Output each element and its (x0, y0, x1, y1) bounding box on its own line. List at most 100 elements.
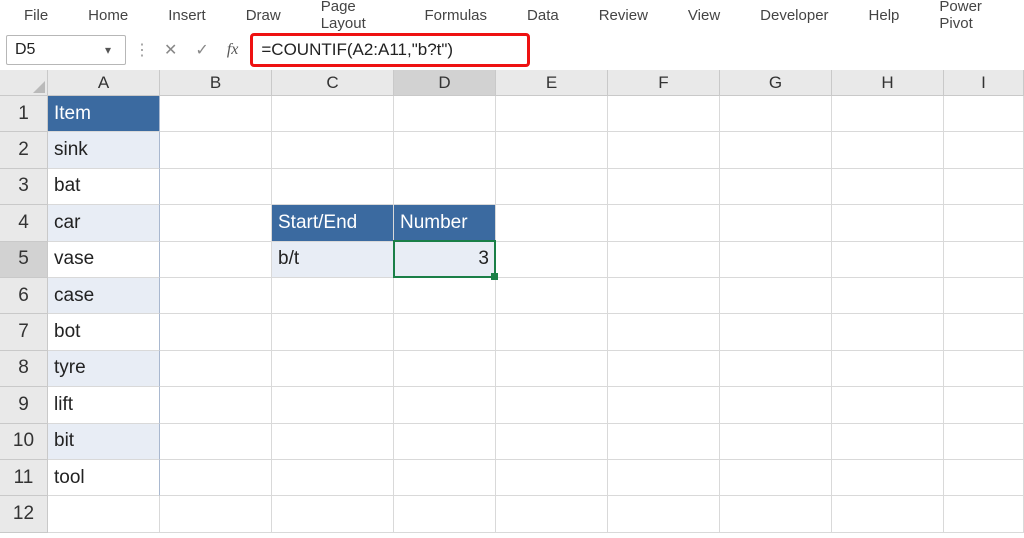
col-header-I[interactable]: I (944, 70, 1024, 96)
cell-C1[interactable] (272, 96, 394, 132)
cell-H3[interactable] (832, 169, 944, 205)
row-header-6[interactable]: 6 (0, 278, 48, 314)
cell-D12[interactable] (394, 496, 496, 532)
cell-I7[interactable] (944, 314, 1024, 350)
cell-D3[interactable] (394, 169, 496, 205)
row-header-12[interactable]: 12 (0, 496, 48, 532)
row-header-2[interactable]: 2 (0, 132, 48, 168)
cell-F12[interactable] (608, 496, 720, 532)
cell-G10[interactable] (720, 424, 832, 460)
cell-D10[interactable] (394, 424, 496, 460)
cell-F3[interactable] (608, 169, 720, 205)
tab-insert[interactable]: Insert (150, 5, 224, 26)
cell-E5[interactable] (496, 242, 608, 278)
cell-A11[interactable]: tool (48, 460, 160, 496)
tab-developer[interactable]: Developer (742, 5, 846, 26)
row-header-7[interactable]: 7 (0, 314, 48, 350)
cell-F11[interactable] (608, 460, 720, 496)
cell-F2[interactable] (608, 132, 720, 168)
cell-G2[interactable] (720, 132, 832, 168)
formula-enter-button[interactable]: ✓ (189, 40, 214, 60)
cell-C4[interactable]: Start/End (272, 205, 394, 241)
cell-G11[interactable] (720, 460, 832, 496)
cell-G5[interactable] (720, 242, 832, 278)
cell-I3[interactable] (944, 169, 1024, 205)
col-header-D[interactable]: D (394, 70, 496, 96)
cell-C7[interactable] (272, 314, 394, 350)
col-header-G[interactable]: G (720, 70, 832, 96)
cell-C9[interactable] (272, 387, 394, 423)
cell-F5[interactable] (608, 242, 720, 278)
cell-D2[interactable] (394, 132, 496, 168)
cell-A9[interactable]: lift (48, 387, 160, 423)
cell-H1[interactable] (832, 96, 944, 132)
cell-G12[interactable] (720, 496, 832, 532)
cell-A10[interactable]: bit (48, 424, 160, 460)
col-header-A[interactable]: A (48, 70, 160, 96)
cell-A12[interactable] (48, 496, 160, 532)
cell-A2[interactable]: sink (48, 132, 160, 168)
cell-A6[interactable]: case (48, 278, 160, 314)
cell-H2[interactable] (832, 132, 944, 168)
tab-file[interactable]: File (6, 5, 66, 26)
cell-D4[interactable]: Number (394, 205, 496, 241)
cell-F8[interactable] (608, 351, 720, 387)
row-header-1[interactable]: 1 (0, 96, 48, 132)
cell-E12[interactable] (496, 496, 608, 532)
cell-E4[interactable] (496, 205, 608, 241)
formula-cancel-button[interactable]: ✕ (158, 40, 183, 60)
cell-D1[interactable] (394, 96, 496, 132)
cell-C3[interactable] (272, 169, 394, 205)
cell-I10[interactable] (944, 424, 1024, 460)
cell-F6[interactable] (608, 278, 720, 314)
cell-B7[interactable] (160, 314, 272, 350)
cell-E11[interactable] (496, 460, 608, 496)
cell-H8[interactable] (832, 351, 944, 387)
cell-D5[interactable]: 3 (394, 242, 496, 278)
cell-E3[interactable] (496, 169, 608, 205)
cell-D8[interactable] (394, 351, 496, 387)
cell-B2[interactable] (160, 132, 272, 168)
cell-I12[interactable] (944, 496, 1024, 532)
cell-E1[interactable] (496, 96, 608, 132)
cell-I6[interactable] (944, 278, 1024, 314)
cell-H12[interactable] (832, 496, 944, 532)
cell-C6[interactable] (272, 278, 394, 314)
cell-F7[interactable] (608, 314, 720, 350)
col-header-F[interactable]: F (608, 70, 720, 96)
tab-power-pivot[interactable]: Power Pivot (921, 0, 1018, 34)
tab-view[interactable]: View (670, 5, 738, 26)
row-header-11[interactable]: 11 (0, 460, 48, 496)
cell-F1[interactable] (608, 96, 720, 132)
cell-D6[interactable] (394, 278, 496, 314)
cell-G1[interactable] (720, 96, 832, 132)
cell-C10[interactable] (272, 424, 394, 460)
tab-help[interactable]: Help (851, 5, 918, 26)
cell-C11[interactable] (272, 460, 394, 496)
cell-I5[interactable] (944, 242, 1024, 278)
cell-C2[interactable] (272, 132, 394, 168)
tab-formulas[interactable]: Formulas (407, 5, 506, 26)
tab-review[interactable]: Review (581, 5, 666, 26)
cell-E9[interactable] (496, 387, 608, 423)
cell-I4[interactable] (944, 205, 1024, 241)
cell-H11[interactable] (832, 460, 944, 496)
cell-G3[interactable] (720, 169, 832, 205)
name-box[interactable]: D5 ▾ (6, 35, 126, 65)
cell-B3[interactable] (160, 169, 272, 205)
cell-A4[interactable]: car (48, 205, 160, 241)
cell-C5[interactable]: b/t (272, 242, 394, 278)
cell-I11[interactable] (944, 460, 1024, 496)
formula-bar-input[interactable]: =COUNTIF(A2:A11,"b?t") (261, 40, 453, 60)
col-header-C[interactable]: C (272, 70, 394, 96)
cell-H6[interactable] (832, 278, 944, 314)
cell-H9[interactable] (832, 387, 944, 423)
cell-G8[interactable] (720, 351, 832, 387)
cell-I2[interactable] (944, 132, 1024, 168)
select-all-triangle[interactable] (0, 70, 48, 96)
cell-E2[interactable] (496, 132, 608, 168)
cell-I8[interactable] (944, 351, 1024, 387)
cell-E10[interactable] (496, 424, 608, 460)
cell-A8[interactable]: tyre (48, 351, 160, 387)
cell-B11[interactable] (160, 460, 272, 496)
